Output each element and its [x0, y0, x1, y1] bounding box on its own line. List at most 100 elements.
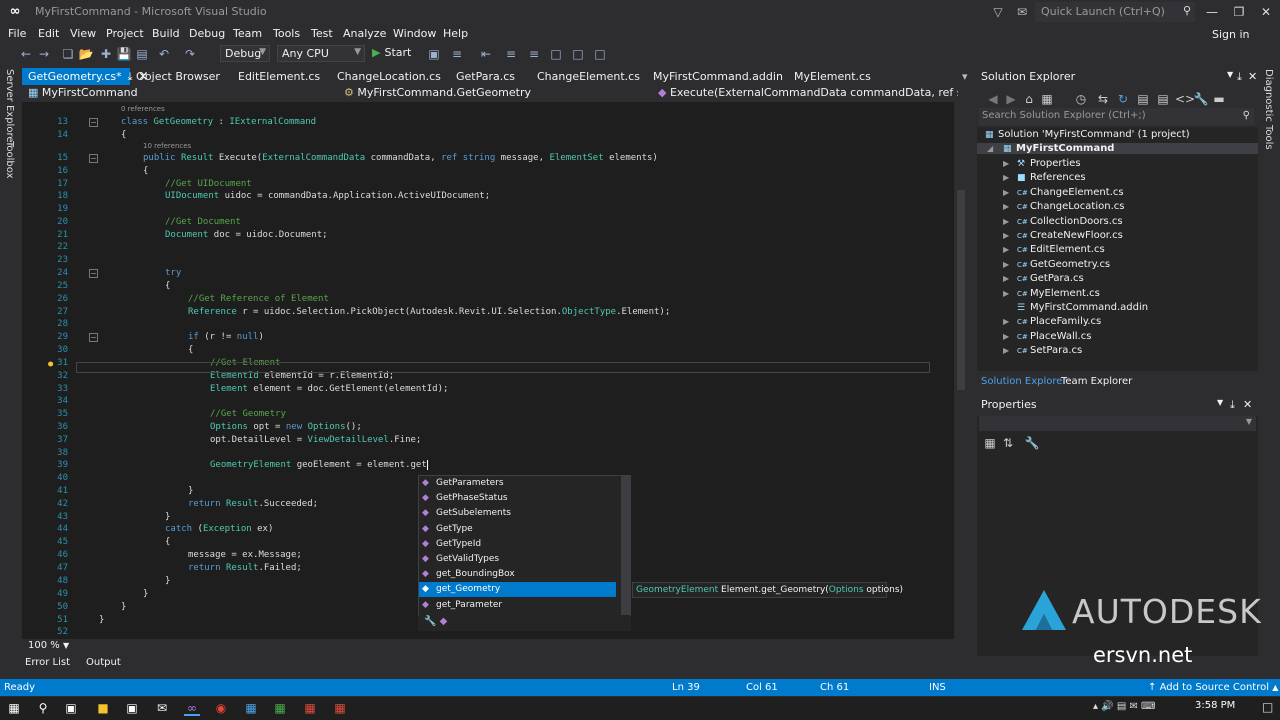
platform-select[interactable]: Any CPU ▼ [277, 45, 365, 62]
tab-team-explorer[interactable]: Team Explorer [1057, 376, 1136, 387]
project-dropdown[interactable]: ▦ MyFirstCommand [28, 86, 338, 101]
sign-in-link[interactable]: Sign in [1212, 28, 1250, 41]
expand-arrow-icon[interactable]: ▶ [1003, 159, 1009, 168]
pending-changes-icon[interactable]: ◷ [1073, 91, 1089, 107]
method-filter-icon[interactable]: ◆ [440, 616, 448, 627]
tab-error-list[interactable]: Error List [25, 657, 70, 668]
solution-tree-item[interactable]: ▶ ⚒ Properties [1003, 158, 1081, 169]
tab-object-browser[interactable]: Object Browser [130, 68, 226, 85]
code-lens-references[interactable]: 10 references [143, 142, 191, 150]
solution-tree-item[interactable]: ▶ C# GetGeometry.cs [1003, 259, 1110, 270]
tab-myfirstcommand-addin[interactable]: MyFirstCommand.addin [647, 68, 789, 85]
toolbox-tab[interactable]: Toolbox [4, 141, 15, 179]
completion-item[interactable]: ◆ GetTypeId [419, 537, 616, 552]
quick-launch-input[interactable]: Quick Launch (Ctrl+Q) ⚲ [1035, 2, 1195, 22]
start-button[interactable]: ▶ Start [372, 46, 411, 59]
completion-item[interactable]: ◆ get_Parameter [419, 598, 616, 613]
completion-item[interactable]: ◆ GetPhaseStatus [419, 491, 616, 506]
solution-tree-item[interactable]: ▶ C# MyElement.cs [1003, 288, 1100, 299]
expand-arrow-icon[interactable]: ▶ [1003, 217, 1009, 226]
expand-arrow-icon[interactable]: ▶ [1003, 245, 1009, 254]
new-project-icon[interactable]: ❏ [60, 46, 76, 62]
configuration-select[interactable]: Debug ▼ [220, 45, 270, 62]
completion-item[interactable]: ◆ GetParameters [419, 476, 616, 491]
solution-tree-item[interactable]: ▶ C# ChangeLocation.cs [1003, 201, 1124, 212]
close-icon[interactable]: ✕ [1243, 398, 1252, 411]
view-code-icon[interactable]: <> [1175, 91, 1195, 107]
format-icon[interactable]: ≡ [449, 46, 465, 62]
categorized-icon[interactable]: ▦ [982, 435, 998, 451]
save-all-icon[interactable]: ▤ [134, 46, 150, 62]
completion-item[interactable]: ◆ GetSubelements [419, 506, 616, 521]
file-explorer-icon[interactable]: ■ [95, 700, 111, 716]
completion-item[interactable]: ◆ get_BoundingBox [419, 567, 616, 582]
expand-arrow-icon[interactable]: ▶ [1003, 317, 1009, 326]
expand-arrow-icon[interactable]: ▶ [1003, 260, 1009, 269]
open-file-icon[interactable]: 📂 [78, 46, 94, 62]
tab-getpara[interactable]: GetPara.cs [450, 68, 521, 85]
diagnostic-tools-tab[interactable]: Diagnostic Tools [1263, 69, 1274, 150]
solution-tree-item[interactable]: ▶ C# SetPara.cs [1003, 345, 1082, 356]
completion-item[interactable]: ◆ GetType [419, 522, 616, 537]
solution-tree-item[interactable]: ☰ MyFirstCommand.addin [1003, 302, 1148, 313]
solution-tree-item[interactable]: ▶ C# CollectionDoors.cs [1003, 216, 1123, 227]
menu-edit[interactable]: Edit [38, 27, 59, 40]
menu-project[interactable]: Project [106, 27, 144, 40]
completion-item[interactable]: ◆ get_Geometry [419, 582, 616, 598]
intellisense-scrollbar[interactable] [621, 475, 631, 615]
show-all-files-icon[interactable]: ▤ [1155, 91, 1171, 107]
expand-arrow-icon[interactable]: ▶ [1003, 346, 1009, 355]
expand-arrow-icon[interactable]: ▶ [1003, 289, 1009, 298]
menu-debug[interactable]: Debug [189, 27, 225, 40]
server-explorer-tab[interactable]: Server Explorer [4, 69, 15, 147]
chevron-down-icon[interactable]: ▼ [1217, 398, 1223, 407]
chrome-icon[interactable]: ◉ [213, 700, 229, 716]
comment-icon[interactable]: ≡ [503, 46, 519, 62]
menu-test[interactable]: Test [311, 27, 333, 40]
app-icon-red[interactable]: ▦ [332, 700, 348, 716]
scrollbar-thumb[interactable] [957, 190, 965, 390]
notifications-icon[interactable]: □ [1262, 700, 1273, 714]
sync-icon[interactable]: ⇆ [1095, 91, 1111, 107]
lightbulb-icon[interactable]: ⚫ [46, 358, 58, 371]
app-icon-green[interactable]: ▦ [272, 700, 288, 716]
menu-window[interactable]: Window [393, 27, 436, 40]
solution-search-input[interactable]: Search Solution Explorer (Ctrl+;) ⚲ [979, 108, 1254, 125]
back-icon[interactable]: ← [18, 46, 34, 62]
solution-tree-item[interactable]: ▶ C# EditElement.cs [1003, 244, 1105, 255]
menu-file[interactable]: File [8, 27, 26, 40]
tab-overflow-icon[interactable]: ▾ [956, 68, 974, 85]
tab-changeelement[interactable]: ChangeElement.cs [531, 68, 646, 85]
expand-arrow-icon[interactable]: ▶ [1003, 202, 1009, 211]
filter-icon[interactable]: ▽ [990, 4, 1006, 20]
menu-analyze[interactable]: Analyze [343, 27, 386, 40]
close-window-button[interactable]: ✕ [1252, 2, 1280, 22]
menu-build[interactable]: Build [152, 27, 180, 40]
solution-tree-item[interactable]: ▶ ■ References [1003, 172, 1086, 183]
tab-output[interactable]: Output [86, 657, 121, 668]
store-icon[interactable]: ▣ [124, 700, 140, 716]
visual-studio-taskbar-icon[interactable]: ∞ [184, 700, 200, 716]
project-node[interactable]: ◢ ▦ MyFirstCommand [977, 143, 1258, 154]
attach-icon[interactable]: ▣ [426, 46, 442, 62]
forward-icon[interactable]: → [36, 46, 52, 62]
pin-icon[interactable]: ⤓ [1230, 398, 1235, 412]
collapse-all-icon[interactable]: ▤ [1135, 91, 1151, 107]
undo-icon[interactable]: ↶ [156, 46, 172, 62]
back-icon[interactable]: ◀ [985, 91, 1001, 107]
menu-help[interactable]: Help [443, 27, 468, 40]
completion-item[interactable]: ◆ GetValidTypes [419, 552, 616, 567]
preview-icon[interactable]: ▬ [1211, 91, 1227, 107]
menu-tools[interactable]: Tools [273, 27, 300, 40]
maximize-button[interactable]: ❐ [1225, 2, 1253, 22]
properties-icon[interactable]: 🔧 [1193, 91, 1209, 107]
expand-arrow-icon[interactable]: ▶ [1003, 332, 1009, 341]
app-icon[interactable]: ▦ [243, 700, 259, 716]
zoom-level[interactable]: 100 % ▼ [28, 640, 69, 651]
fold-toggle[interactable]: − [89, 118, 98, 127]
fold-toggle[interactable]: − [89, 154, 98, 163]
feedback-icon[interactable]: ✉ [1014, 4, 1030, 20]
bookmark-prev-icon[interactable]: □ [570, 46, 586, 62]
refresh-icon[interactable]: ↻ [1115, 91, 1131, 107]
solution-tree-item[interactable]: ▶ C# GetPara.cs [1003, 273, 1084, 284]
